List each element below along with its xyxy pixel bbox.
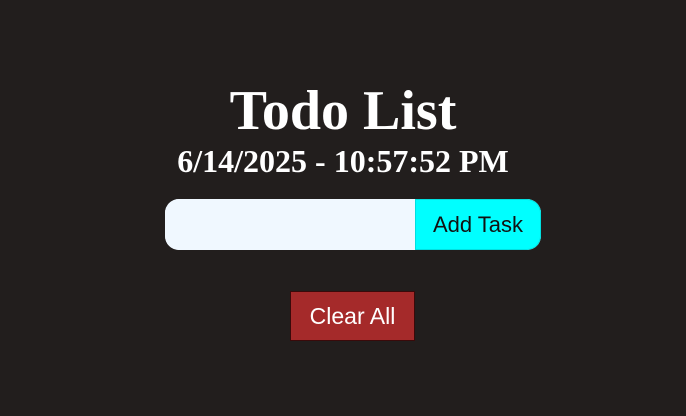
add-task-button[interactable]: Add Task xyxy=(415,199,541,250)
task-input[interactable] xyxy=(165,199,415,250)
task-form: Add Task xyxy=(165,199,541,250)
clear-all-button[interactable]: Clear All xyxy=(290,291,415,341)
current-datetime: 6/14/2025 - 10:57:52 PM xyxy=(177,143,509,179)
todo-app: Todo List 6/14/2025 - 10:57:52 PM Add Ta… xyxy=(0,0,686,416)
page-title: Todo List xyxy=(229,80,457,142)
